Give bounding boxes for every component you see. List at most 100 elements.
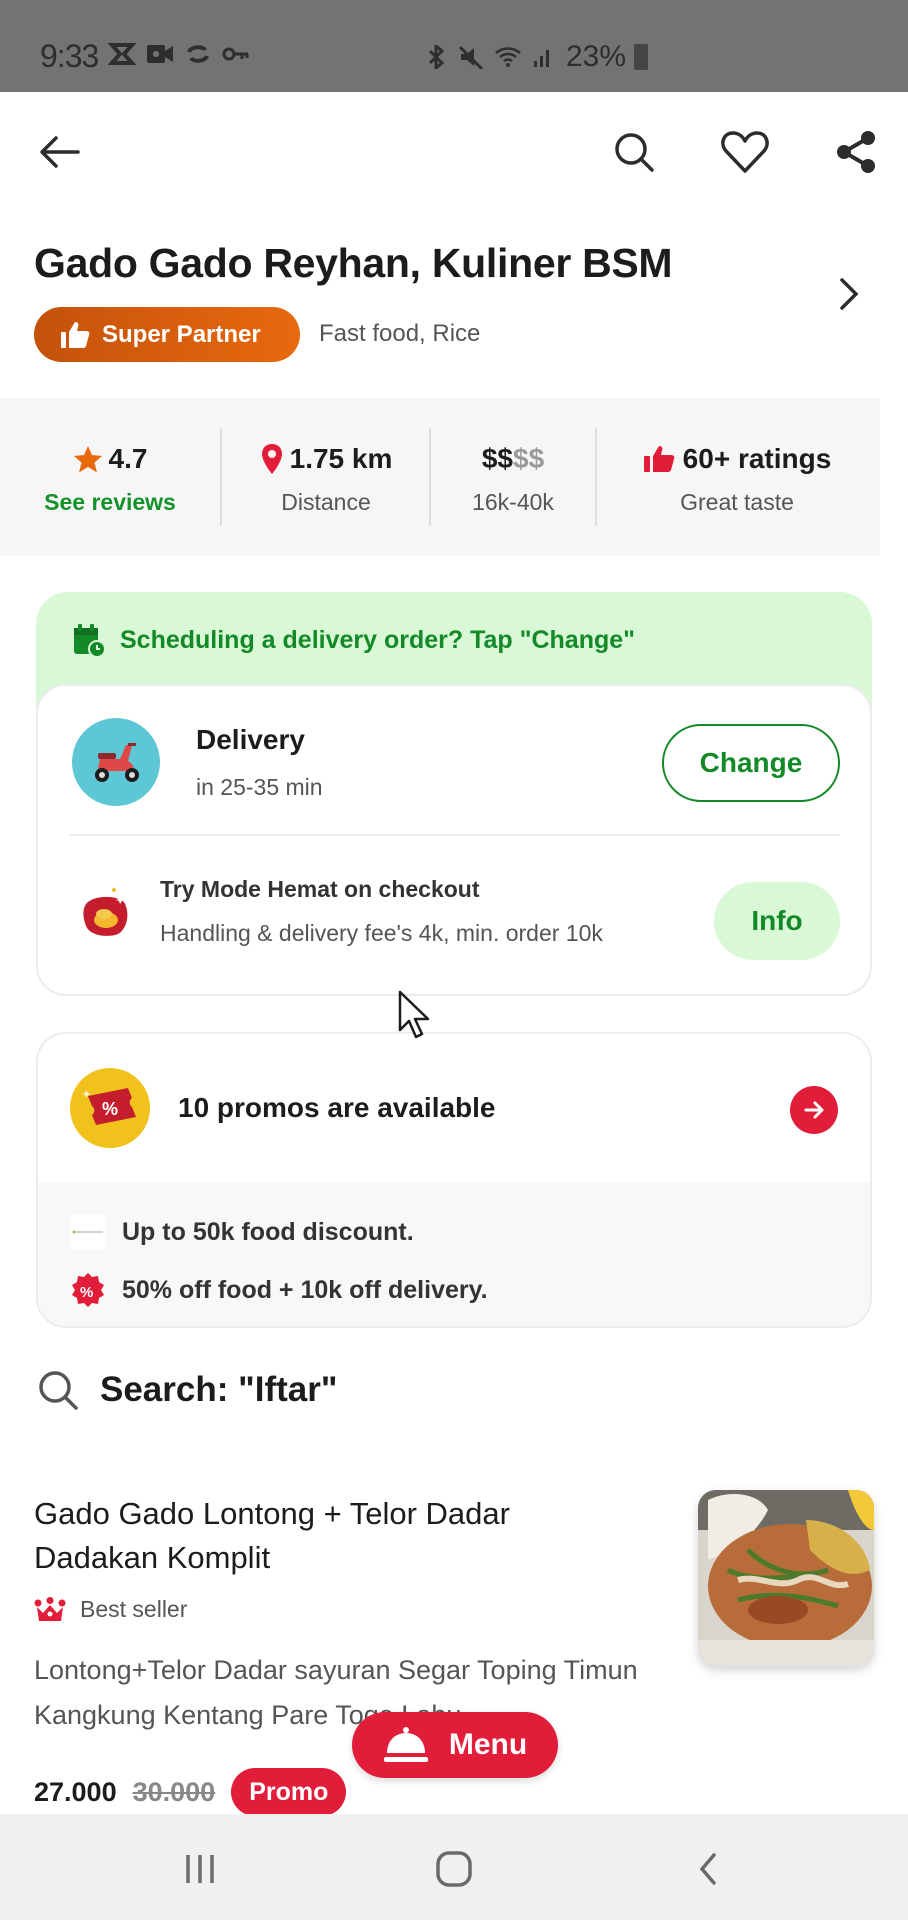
- bluetooth-icon: [428, 45, 445, 69]
- thumbs-up-icon: [61, 321, 90, 348]
- search-icon: [615, 133, 654, 172]
- best-seller-label: Best seller: [80, 1596, 188, 1622]
- price-level-inactive: $$: [513, 442, 545, 474]
- discount-badge-icon: %: [72, 1273, 104, 1307]
- best-seller-badge: Best seller: [34, 1596, 187, 1623]
- promo-card[interactable]: % 10 promos are available Up to 50k food…: [36, 1032, 872, 1328]
- back-arrow-icon: [40, 136, 80, 168]
- share-button[interactable]: [826, 122, 886, 182]
- recent-apps-button[interactable]: [170, 1844, 230, 1894]
- super-partner-label: Super Partner: [102, 320, 261, 348]
- promo-item-text: 50% off food + 10k off delivery.: [122, 1275, 488, 1304]
- menu-fab-button[interactable]: Menu: [352, 1712, 558, 1778]
- distance-label: Distance: [281, 488, 371, 515]
- search-button[interactable]: [604, 122, 664, 182]
- calendar-clock-icon: [74, 624, 106, 658]
- svg-text:%: %: [102, 1099, 118, 1119]
- battery-icon: [634, 44, 649, 70]
- system-back-button[interactable]: [678, 1844, 738, 1894]
- divider: [70, 834, 840, 836]
- menu-item-price: 27.000 30.000 Promo: [34, 1768, 347, 1816]
- top-navigation: [0, 92, 908, 212]
- cuisine-tags: Fast food, Rice: [319, 320, 481, 347]
- battery-percent: 23%: [566, 40, 627, 73]
- ratings-count: 60+ ratings: [682, 442, 832, 474]
- distance-value: 1.75 km: [289, 442, 393, 474]
- home-icon: [436, 1851, 472, 1887]
- restaurant-details-button[interactable]: [828, 272, 868, 316]
- see-reviews-link[interactable]: See reviews: [44, 489, 176, 516]
- delivery-section: Scheduling a delivery order? Tap "Change…: [36, 592, 872, 996]
- heart-icon: [721, 131, 769, 173]
- back-button[interactable]: [30, 122, 90, 182]
- search-icon: [39, 1371, 78, 1410]
- stat-rating[interactable]: 4.7 See reviews: [20, 398, 200, 556]
- delivery-mode-title: Delivery: [196, 724, 305, 755]
- promo-item: % 50% off food + 10k off delivery.: [70, 1272, 488, 1308]
- android-navigation-bar: [0, 1814, 908, 1920]
- super-partner-badge: Super Partner: [34, 307, 300, 362]
- schedule-banner-text: Scheduling a delivery order? Tap "Change…: [120, 625, 636, 654]
- current-price: 27.000: [34, 1776, 117, 1807]
- promo-header[interactable]: % 10 promos are available: [38, 1034, 870, 1182]
- food-discount-icon: [70, 1214, 106, 1250]
- menu-item-name: Gado Gado Lontong + Telor Dadar Dadakan …: [34, 1496, 510, 1575]
- mode-hemat-description: Handling & delivery fee's 4k, min. order…: [160, 920, 603, 946]
- thumbs-up-icon: [643, 445, 675, 472]
- location-pin-icon: [261, 443, 282, 474]
- change-delivery-button[interactable]: Change: [662, 724, 840, 802]
- chevron-right-icon: [840, 278, 859, 310]
- mode-hemat-icon: [78, 886, 134, 942]
- menu-item-description: Lontong+Telor Dadar sayuran Segar Toping…: [34, 1655, 638, 1730]
- mode-hemat-info-button[interactable]: Info: [714, 882, 840, 960]
- arrow-right-icon: [804, 1101, 824, 1119]
- sync-icon: [187, 45, 209, 63]
- status-bar: 9:33 23%: [0, 0, 908, 92]
- notification-icons: [108, 42, 250, 66]
- star-icon: [73, 445, 102, 472]
- capcut-icon: [108, 43, 136, 65]
- favorite-button[interactable]: [715, 122, 775, 182]
- promo-item: Up to 50k food discount.: [70, 1214, 414, 1250]
- search-query-label: Search: "Iftar": [100, 1370, 338, 1409]
- wifi-icon: [495, 47, 521, 67]
- crown-icon: [34, 1596, 66, 1621]
- stat-ratings: 60+ ratings Great taste: [597, 398, 877, 556]
- original-price: 30.000: [132, 1776, 216, 1807]
- mute-icon: [458, 45, 484, 69]
- video-icon: [147, 45, 173, 63]
- home-button[interactable]: [424, 1844, 484, 1894]
- rating-value: 4.7: [108, 442, 148, 474]
- food-photo: [698, 1490, 874, 1666]
- promo-list: Up to 50k food discount. % 50% off food …: [38, 1182, 870, 1326]
- cloche-icon: [383, 1727, 428, 1762]
- status-time: 9:33: [40, 38, 99, 74]
- promo-ticket-icon: %: [70, 1068, 150, 1148]
- system-back-icon: [699, 1853, 716, 1885]
- key-icon: [222, 47, 249, 61]
- system-icons: 23%: [422, 40, 649, 74]
- restaurant-stats: 4.7 See reviews 1.75 km Distance $$ $$ 16…: [0, 398, 880, 556]
- menu-fab-label: Menu: [448, 1728, 528, 1761]
- promo-item-text: Up to 50k food discount.: [122, 1217, 414, 1246]
- svg-text:%: %: [80, 1284, 93, 1301]
- delivery-eta: in 25-35 min: [196, 774, 323, 800]
- ratings-label: Great taste: [680, 488, 794, 515]
- delivery-card: Delivery in 25-35 min Change Try Mode He…: [36, 684, 872, 996]
- search-results-heading: Search: "Iftar": [36, 1368, 337, 1412]
- recent-apps-icon: [186, 1855, 214, 1883]
- share-icon: [837, 131, 875, 173]
- scooter-icon: [72, 718, 160, 806]
- price-range-label: 16k-40k: [472, 488, 554, 515]
- promo-arrow-button[interactable]: [790, 1086, 838, 1134]
- menu-item-photo[interactable]: [698, 1490, 874, 1666]
- price-level-active: $$: [481, 442, 513, 474]
- promo-tag: Promo: [231, 1768, 347, 1816]
- mouse-cursor-icon: [398, 990, 430, 1039]
- mode-hemat-title: Try Mode Hemat on checkout: [160, 876, 480, 902]
- signal-icon: [534, 50, 549, 67]
- schedule-banner: Scheduling a delivery order? Tap "Change…: [72, 622, 635, 658]
- restaurant-name: Gado Gado Reyhan, Kuliner BSM: [34, 240, 673, 286]
- promo-count-title: 10 promos are available: [178, 1092, 496, 1123]
- stat-distance: 1.75 km Distance: [222, 398, 430, 556]
